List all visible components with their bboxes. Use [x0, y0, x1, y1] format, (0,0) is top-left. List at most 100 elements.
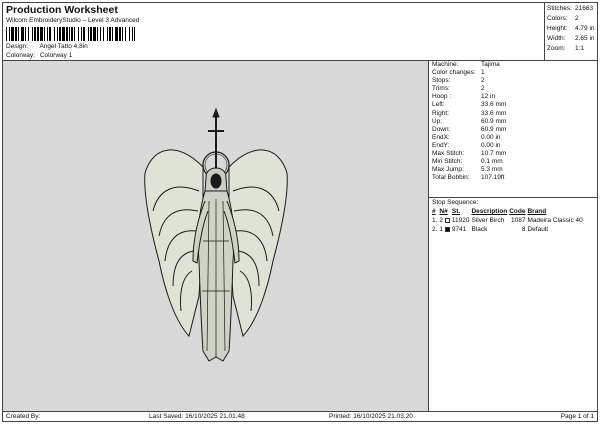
info-label: Hoop :: [432, 93, 452, 101]
angel-embroidery-image: [144, 107, 288, 362]
stat-colors: Colors: 2: [547, 14, 595, 24]
table-row: 1. 2 11920 Silver Birch 1087 Madeira Cla…: [432, 216, 585, 225]
page-number: Page 1 of 1: [560, 413, 594, 420]
stat-height: Height: 4.79 in: [547, 24, 595, 34]
info-value: 5.3 mm: [481, 166, 503, 174]
stat-label: Stitches:: [547, 5, 572, 12]
info-label: Down:: [432, 125, 451, 133]
info-value: 1: [481, 69, 485, 77]
info-row: EndY: 0.00 in: [429, 142, 597, 150]
column-header: Description: [471, 208, 508, 215]
color-swatch: [444, 217, 450, 223]
stat-value: 21663: [575, 5, 594, 12]
column-header: St.: [451, 208, 461, 215]
stat-value: 1:1: [575, 45, 585, 52]
info-row: Max Stitch: 10.7 mm: [429, 150, 597, 158]
info-row: Stops: 2: [429, 77, 597, 85]
info-row: Left: 33.6 mm: [429, 101, 597, 109]
design-label: Design:: [6, 43, 29, 50]
design-value: Angel Tatto 4,8in: [39, 43, 88, 50]
stop-sequence-table: # N# St. Description Code Brand 1. 2 119…: [432, 207, 585, 234]
stat-value: 2.65 in: [575, 35, 595, 42]
info-label: Left:: [432, 101, 445, 109]
info-row: Trims: 2: [429, 85, 597, 93]
design-row: Design: Angel Tatto 4,8in: [6, 43, 88, 50]
info-label: Max Jump:: [432, 166, 464, 174]
info-row: Machine: Tajima: [429, 61, 597, 69]
design-preview: [3, 61, 429, 411]
machine-info-panel: Machine: Tajima Color changes: 1 Stops: 2 T…: [429, 61, 597, 411]
info-value: Tajima: [481, 61, 500, 68]
column-header: #: [432, 208, 436, 215]
info-label: Stops:: [432, 77, 451, 85]
info-label: Right:: [432, 109, 449, 117]
worksheet-header: Production Worksheet Wilcom EmbroiderySt…: [3, 3, 545, 61]
info-row: Down: 60.9 mm: [429, 126, 597, 134]
stat-value: 2: [575, 15, 579, 22]
info-row: Min Stitch: 0.1 mm: [429, 158, 597, 166]
info-label: Total Bobbin:: [432, 174, 470, 182]
page-title: Production Worksheet: [6, 4, 118, 16]
stop-sequence-title: Stop Sequence:: [432, 199, 479, 206]
needle-cell: 1: [439, 225, 451, 234]
info-value: 2: [481, 85, 485, 93]
info-label: EndX:: [432, 133, 450, 141]
stat-label: Width:: [547, 35, 566, 42]
stat-label: Colors:: [547, 15, 568, 22]
stat-width: Width: 2.65 in: [547, 34, 595, 44]
info-label: Trims:: [432, 85, 450, 93]
info-label: EndY:: [432, 141, 450, 149]
needle-number: 1: [439, 226, 444, 233]
info-row: Up: 60.9 mm: [429, 118, 597, 126]
stat-label: Height:: [547, 25, 568, 32]
needle-cell: 2: [439, 216, 451, 225]
info-value: 107.19ft: [481, 174, 505, 182]
created-by: Created By:: [6, 413, 41, 420]
stitch-count: 11920: [451, 217, 470, 224]
info-value: 0.00 in: [481, 141, 501, 149]
stats-panel: Stitches: 21663 Colors: 2 Height: 4.79 in W…: [545, 3, 597, 61]
last-saved: Last Saved: 16/10/2025 21.01.48: [149, 413, 245, 420]
barcode-image: [6, 27, 135, 41]
info-value: 60.9 mm: [481, 117, 507, 125]
info-label: Machine:: [432, 61, 459, 68]
worksheet-footer: Created By: Last Saved: 16/10/2025 21.01…: [3, 411, 597, 421]
info-value: 33.6 mm: [481, 109, 507, 117]
stitch-count: 9741: [451, 226, 467, 233]
info-row: Right: 33.6 mm: [429, 110, 597, 118]
info-value: 60.9 mm: [481, 125, 507, 133]
column-header: Brand: [527, 208, 547, 215]
needle-number: 2: [439, 217, 444, 224]
software-subtitle: Wilcom EmbroideryStudio – Level 3 Advanc…: [6, 17, 140, 24]
stat-label: Zoom:: [547, 45, 566, 52]
table-header-row: # N# St. Description Code Brand: [432, 207, 585, 216]
info-value: 10.7 mm: [481, 150, 507, 158]
info-value: 0.00 in: [481, 133, 501, 141]
thread-description: Silver Birch: [471, 217, 505, 224]
info-value: 12 in: [481, 93, 496, 101]
info-label: Max Stitch:: [432, 150, 465, 158]
info-label: Up:: [432, 117, 443, 125]
info-value: 2: [481, 77, 485, 85]
stat-zoom: Zoom: 1:1: [547, 44, 595, 54]
info-row: Hoop : 12 in: [429, 93, 597, 101]
stop-number: 1.: [432, 217, 438, 224]
thread-code: 1087: [511, 217, 526, 224]
table-row: 2. 1 9741 Black 8 Default: [432, 225, 585, 234]
colorway-value: Colorway 1: [39, 52, 73, 59]
thread-description: Black: [471, 226, 488, 233]
thread-brand: Madeira Classic 40: [527, 217, 583, 224]
info-value: 0.1 mm: [481, 158, 503, 166]
stop-sequence: Stop Sequence: # N# St. Description Code…: [429, 197, 597, 234]
info-label: Color changes:: [432, 69, 476, 77]
column-header: N#: [439, 208, 448, 215]
thread-brand: Default: [527, 226, 549, 233]
color-swatch: [444, 226, 450, 232]
stat-value: 4.79 in: [575, 25, 595, 32]
info-row: Total Bobbin: 107.19ft: [429, 174, 597, 182]
stop-number: 2.: [432, 226, 438, 233]
thread-code: 8: [521, 226, 526, 233]
worksheet-frame: Production Worksheet Wilcom EmbroiderySt…: [2, 2, 598, 422]
colorway-label: Colorway:: [6, 52, 35, 59]
info-value: 33.6 mm: [481, 101, 507, 109]
